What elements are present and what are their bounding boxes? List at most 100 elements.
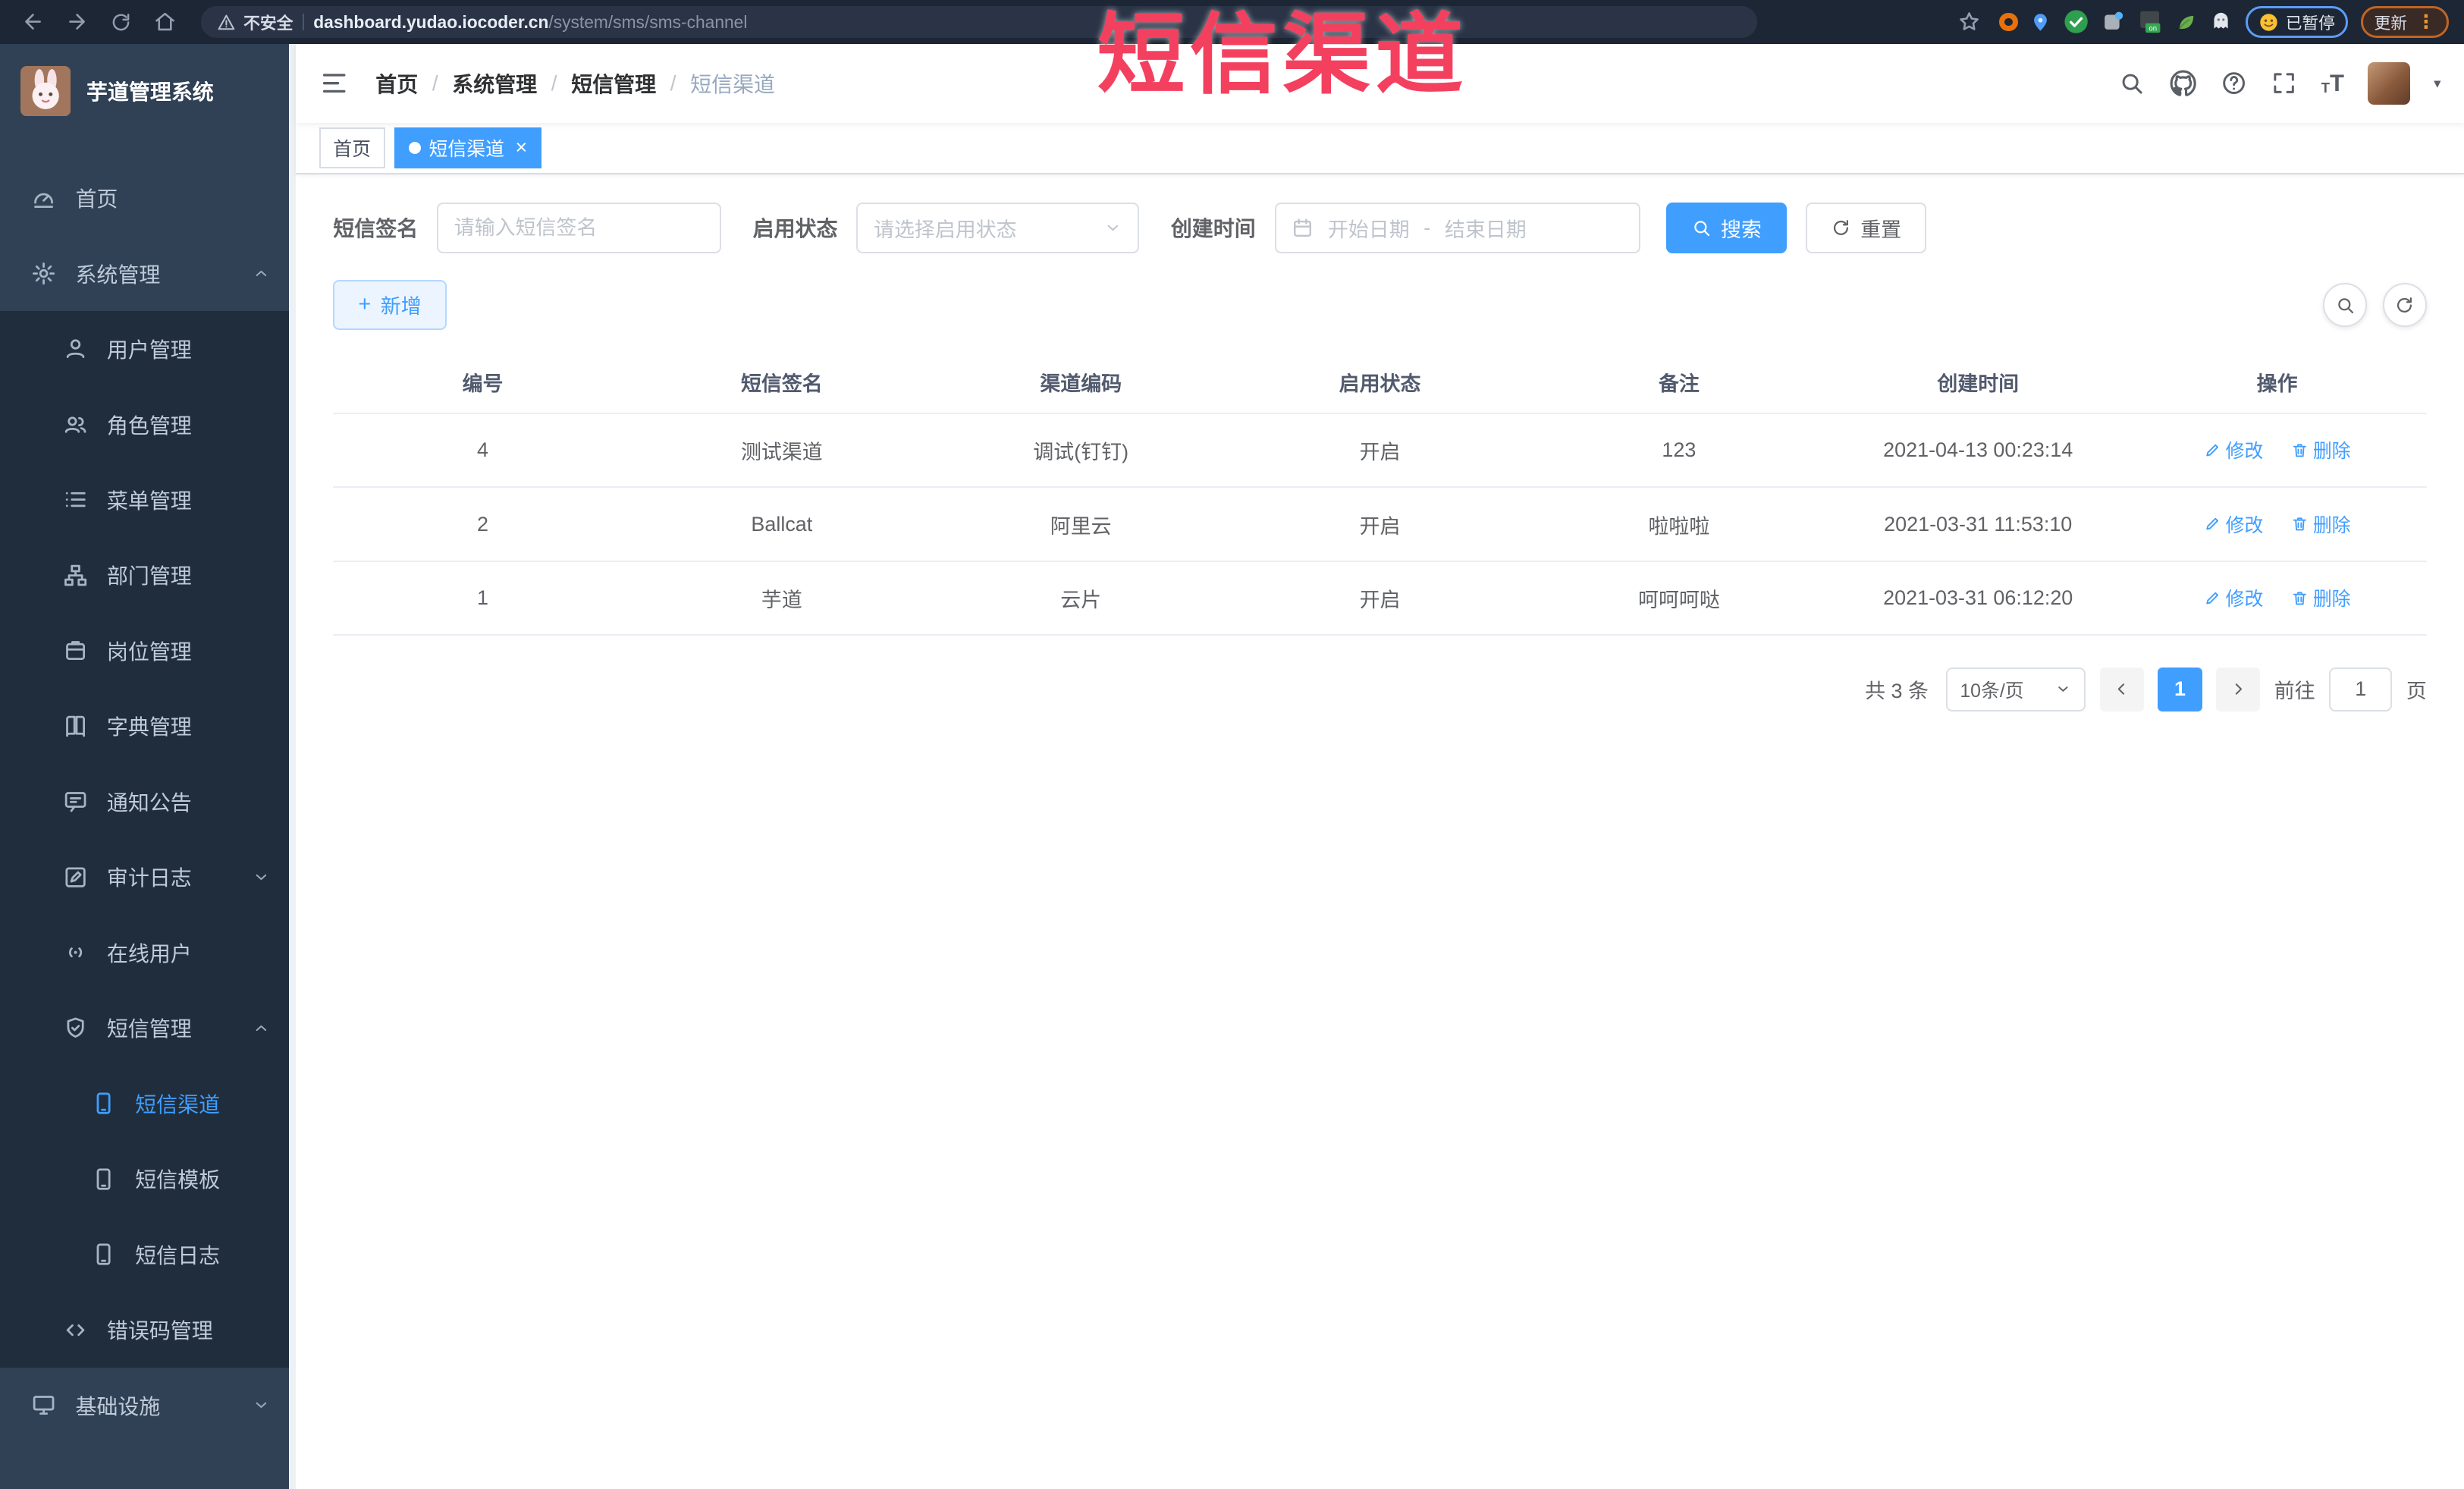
status-select[interactable]: 请选择启用状态 [856, 203, 1140, 253]
sidebar-item-sms-template[interactable]: 短信模板 [0, 1141, 296, 1217]
address-bar[interactable]: 不安全 dashboard.yudao.iocoder.cn/system/sm… [201, 6, 1757, 38]
sidebar-item-posts[interactable]: 岗位管理 [0, 613, 296, 689]
bookmark-star-icon[interactable] [1952, 5, 1987, 39]
sidebar-item-sms-channel[interactable]: 短信渠道 [0, 1065, 296, 1142]
extension-onetab-icon[interactable]: on [2137, 9, 2162, 34]
sign-input-wrap [437, 203, 722, 253]
breadcrumb-system[interactable]: 系统管理 [452, 68, 537, 99]
sidebar-item-label: 部门管理 [106, 564, 192, 589]
pencil-icon [2204, 441, 2221, 459]
next-page-button[interactable] [2216, 667, 2261, 712]
breadcrumb-home[interactable]: 首页 [375, 68, 418, 99]
hamburger-icon[interactable] [319, 68, 349, 98]
sidebar-item-sms-log[interactable]: 短信日志 [0, 1216, 296, 1293]
extension-gray-icon[interactable] [2101, 10, 2124, 33]
extension-pin-icon[interactable] [2030, 12, 2051, 33]
text-size-icon[interactable]: TT [2321, 71, 2344, 95]
sidebar-scrollbar[interactable] [289, 44, 296, 1489]
breadcrumb-current: 短信渠道 [690, 72, 776, 96]
sidebar-item-home[interactable]: 首页 [0, 160, 296, 235]
sidebar-item-infrastructure[interactable]: 基础设施 [0, 1368, 296, 1443]
sidebar-item-label: 短信模板 [135, 1168, 221, 1192]
search-icon [1691, 218, 1712, 238]
sidebar-item-sms[interactable]: 短信管理 [0, 990, 296, 1066]
github-icon[interactable] [2169, 69, 2197, 97]
chevron-left-icon [2112, 680, 2131, 699]
avatar[interactable] [2368, 61, 2410, 105]
browser-back-icon[interactable] [16, 5, 51, 39]
pencil-icon [2204, 515, 2221, 532]
sidebar-item-departments[interactable]: 部门管理 [0, 537, 296, 614]
add-button[interactable]: + 新增 [333, 279, 447, 331]
sidebar-item-label: 在线用户 [106, 941, 192, 966]
sidebar-item-notices[interactable]: 通知公告 [0, 764, 296, 840]
table-row: 4 测试渠道 调试(钉钉) 开启 123 2021-04-13 00:23:14… [333, 413, 2427, 488]
extension-ghost-icon[interactable] [2209, 10, 2233, 33]
sidebar-item-label: 字典管理 [106, 715, 192, 740]
prev-page-button[interactable] [2099, 667, 2144, 712]
security-warning[interactable]: 不安全 [217, 11, 293, 34]
browser-profile-chip[interactable]: 已暂停 [2245, 6, 2349, 38]
delete-link[interactable]: 删除 [2291, 436, 2351, 463]
edit-link[interactable]: 修改 [2204, 436, 2263, 463]
avatar-caret-down-icon[interactable]: ▾ [2434, 75, 2440, 92]
page-size-select[interactable]: 10条/页 [1945, 667, 2086, 712]
toggle-search-button[interactable] [2323, 282, 2368, 327]
breadcrumb-sms[interactable]: 短信管理 [571, 68, 656, 99]
sidebar-item-label: 菜单管理 [106, 488, 192, 513]
sidebar-item-menus[interactable]: 菜单管理 [0, 462, 296, 538]
fullscreen-icon[interactable] [2271, 70, 2297, 96]
sidebar-item-system[interactable]: 系统管理 [0, 236, 296, 311]
trash-icon [2291, 515, 2309, 532]
sign-input[interactable] [454, 215, 705, 240]
col-sign: 短信签名 [632, 350, 932, 414]
sidebar-item-error-codes[interactable]: 错误码管理 [0, 1292, 296, 1368]
chevron-down-icon [252, 1396, 271, 1415]
table-row: 2 Ballcat 阿里云 开启 啦啦啦 2021-03-31 11:53:10… [333, 487, 2427, 562]
cell-code: 云片 [931, 561, 1231, 636]
sidebar-item-online-users[interactable]: 在线用户 [0, 915, 296, 991]
edit-link[interactable]: 修改 [2204, 510, 2263, 538]
tag-sms-channel[interactable]: 短信渠道 × [394, 127, 541, 168]
user-icon [63, 336, 88, 361]
sidebar-item-label: 错误码管理 [106, 1319, 213, 1343]
extension-check-icon[interactable] [2064, 9, 2089, 34]
edit-link[interactable]: 修改 [2204, 584, 2263, 611]
browser-reload-icon[interactable] [104, 5, 139, 39]
trash-icon [2291, 441, 2309, 459]
dashboard-icon [31, 186, 56, 211]
sidebar-item-users[interactable]: 用户管理 [0, 311, 296, 387]
browser-update-button[interactable]: 更新 ⋮ [2361, 6, 2449, 38]
header-search-icon[interactable] [2118, 70, 2145, 96]
chevron-down-icon [252, 868, 271, 887]
navbar-actions: TT ▾ [2118, 61, 2440, 105]
date-range-picker[interactable]: 开始日期 - 结束日期 [1274, 203, 1641, 253]
help-icon[interactable] [2221, 70, 2247, 96]
top-navbar: 首页 / 系统管理 / 短信管理 / 短信渠道 TT ▾ [295, 44, 2464, 123]
sidebar-item-dictionary[interactable]: 字典管理 [0, 688, 296, 765]
pencil-icon [2204, 589, 2221, 607]
browser-menu-kebab-icon[interactable]: ⋮ [2416, 11, 2435, 33]
extension-donut-icon[interactable] [1998, 12, 2018, 32]
browser-home-icon[interactable] [148, 5, 183, 39]
refresh-table-button[interactable] [2382, 282, 2427, 327]
profile-paused-label: 已暂停 [2285, 13, 2335, 33]
tag-label: 短信渠道 [428, 138, 504, 160]
goto-page-input[interactable] [2329, 667, 2393, 712]
delete-link[interactable]: 删除 [2291, 510, 2351, 538]
reset-button[interactable]: 重置 [1805, 203, 1927, 253]
col-remark: 备注 [1529, 350, 1829, 414]
delete-link[interactable]: 删除 [2291, 584, 2351, 611]
extension-leaf-icon[interactable] [2175, 11, 2197, 33]
cell-sign: 测试渠道 [632, 413, 932, 488]
sidebar-logo-row[interactable]: 芋道管理系统 [0, 44, 296, 138]
tag-home[interactable]: 首页 [319, 127, 385, 168]
end-date-placeholder: 结束日期 [1444, 218, 1527, 241]
sidebar-item-roles[interactable]: 角色管理 [0, 386, 296, 463]
pagination: 共 3 条 10条/页 1 前往 页 [333, 667, 2427, 712]
search-button[interactable]: 搜索 [1665, 203, 1787, 253]
sidebar-item-audit-log[interactable]: 审计日志 [0, 839, 296, 916]
close-icon[interactable]: × [515, 137, 527, 158]
page-number-1[interactable]: 1 [2158, 667, 2202, 712]
browser-forward-icon[interactable] [60, 5, 95, 39]
